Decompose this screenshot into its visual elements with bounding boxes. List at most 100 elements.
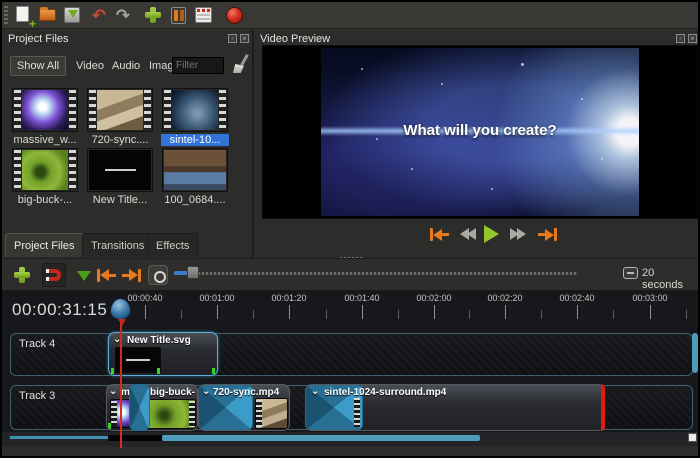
play-button[interactable] xyxy=(484,225,499,243)
file-item-sintel[interactable]: sintel-10... xyxy=(161,88,229,146)
undo-icon: ↶ xyxy=(92,6,106,26)
stem-icon xyxy=(122,274,129,277)
video-frame: What will you create? xyxy=(321,48,639,216)
status-bar xyxy=(2,446,698,456)
ruler-label: 00:01:40 xyxy=(332,293,392,303)
transport-controls xyxy=(254,220,700,258)
rewind-button[interactable] xyxy=(460,228,476,240)
clip-new-title[interactable]: ⌄ New Title.svg xyxy=(108,332,218,376)
export-icon xyxy=(195,7,212,23)
clip-720-sync[interactable]: ⌄ 720-sync.mp4 xyxy=(198,384,290,431)
ruler-label: 00:02:00 xyxy=(404,293,464,303)
scroll-track-line xyxy=(10,436,108,439)
resize-handle[interactable] xyxy=(108,423,111,429)
playhead-marker[interactable] xyxy=(110,298,131,320)
resize-handle[interactable] xyxy=(212,368,215,374)
new-project-button[interactable]: + xyxy=(12,5,34,26)
close-panel-icon[interactable]: × xyxy=(240,34,249,43)
filter-video-button[interactable]: Video xyxy=(72,56,108,76)
ruler-label: 00:02:40 xyxy=(547,293,607,303)
toolbar-drag-handle[interactable] xyxy=(4,6,8,24)
file-item-bigbuck[interactable]: big-buck-... xyxy=(11,148,79,206)
save-project-button[interactable] xyxy=(61,5,83,26)
file-name: big-buck-... xyxy=(11,194,79,206)
clip-menu-icon[interactable]: ⌄ xyxy=(109,386,117,397)
stem-icon xyxy=(109,274,116,277)
import-plus-icon xyxy=(145,7,161,23)
open-project-button[interactable] xyxy=(37,5,59,26)
arrow-left-icon xyxy=(433,229,442,241)
filter-audio-button[interactable]: Audio xyxy=(108,56,144,76)
zoom-slider-thumb[interactable] xyxy=(187,266,199,279)
clip-thumbnail xyxy=(143,399,196,429)
file-item-newtitle[interactable]: New Title... xyxy=(86,148,154,206)
end-bar-icon xyxy=(554,228,557,241)
file-thumbnail xyxy=(162,148,228,192)
redo-button[interactable]: ↷ xyxy=(112,5,134,26)
file-name-selected: sintel-10... xyxy=(161,134,229,146)
previous-marker-button[interactable] xyxy=(94,263,118,287)
redo-icon: ↷ xyxy=(116,6,130,26)
clip-menu-icon[interactable]: ⌄ xyxy=(202,386,210,397)
scroll-gap xyxy=(108,435,162,441)
file-thumbnail xyxy=(12,88,78,132)
arrow-stem-icon xyxy=(538,233,545,236)
snapping-toggle-button[interactable] xyxy=(42,263,66,287)
playhead-line[interactable] xyxy=(120,312,122,448)
jump-to-end-button[interactable] xyxy=(538,228,557,241)
horizontal-scroll-thumb[interactable] xyxy=(162,435,480,441)
tab-effects[interactable]: Effects xyxy=(147,233,198,257)
file-name: 100_0684.... xyxy=(161,194,229,206)
video-preview-title: Video Preview xyxy=(260,33,330,45)
magnet-icon xyxy=(47,269,61,281)
fast-forward-button[interactable] xyxy=(510,228,526,240)
play-icon xyxy=(484,225,499,243)
center-on-playhead-button[interactable] xyxy=(146,263,170,287)
filter-show-all-button[interactable]: Show All xyxy=(10,56,66,76)
add-track-button[interactable] xyxy=(10,263,34,287)
next-marker-button[interactable] xyxy=(120,263,144,287)
file-thumbnail xyxy=(12,148,78,192)
undo-button[interactable]: ↶ xyxy=(88,5,110,26)
project-files-header: Project Files xyxy=(8,33,69,50)
resize-handle[interactable] xyxy=(111,368,114,374)
float-panel-icon[interactable]: ◦ xyxy=(228,34,237,43)
import-files-button[interactable] xyxy=(142,5,164,26)
clear-filter-icon[interactable] xyxy=(230,54,248,74)
file-thumbnail xyxy=(87,88,153,132)
vertical-scroll-thumb[interactable] xyxy=(692,333,698,373)
transition-1[interactable] xyxy=(129,384,150,431)
video-caption-text: What will you create? xyxy=(321,122,639,139)
file-item-720sync[interactable]: 720-sync.... xyxy=(86,88,154,146)
tab-transitions[interactable]: Transitions xyxy=(82,233,153,257)
filter-input[interactable] xyxy=(172,57,224,74)
record-icon xyxy=(226,7,243,24)
jump-to-start-button[interactable] xyxy=(430,228,449,241)
horizontal-scrollbar[interactable] xyxy=(2,432,698,446)
timeline-scale-label: 20 seconds xyxy=(642,267,698,291)
choose-profile-button[interactable] xyxy=(168,5,190,26)
video-preview-area[interactable]: What will you create? xyxy=(262,45,698,219)
record-button[interactable] xyxy=(224,5,246,26)
ruler-label: 00:01:20 xyxy=(259,293,319,303)
openshot-window: + ↶ ↷ Project Files ◦ × Show All xyxy=(0,0,700,458)
clip-sintel[interactable]: ⌄ sintel-1024-surround.mp4 xyxy=(305,384,605,431)
file-item-massive[interactable]: massive_w... xyxy=(11,88,79,146)
clip-menu-icon[interactable]: ⌄ xyxy=(311,386,319,397)
export-video-button[interactable] xyxy=(193,5,215,26)
close-preview-icon[interactable]: × xyxy=(688,34,697,43)
timeline-area[interactable]: 00:00:31:15 00:00:40 00:01:00 00:01:20 0… xyxy=(2,290,698,434)
profile-icon xyxy=(171,7,186,24)
arrow-left-icon xyxy=(100,269,109,281)
float-preview-icon[interactable]: ◦ xyxy=(676,34,685,43)
file-item-100-0684[interactable]: 100_0684.... xyxy=(161,148,229,206)
clip-trim-edge[interactable] xyxy=(601,384,605,431)
resize-handle[interactable] xyxy=(157,368,160,374)
add-marker-button[interactable] xyxy=(72,263,96,287)
zoom-slider-track[interactable] xyxy=(174,272,578,275)
scrollbar-corner xyxy=(688,433,697,442)
center-playhead-icon xyxy=(148,265,168,285)
bar-icon xyxy=(138,269,141,282)
tab-project-files[interactable]: Project Files xyxy=(5,233,84,257)
file-thumbnail xyxy=(162,88,228,132)
